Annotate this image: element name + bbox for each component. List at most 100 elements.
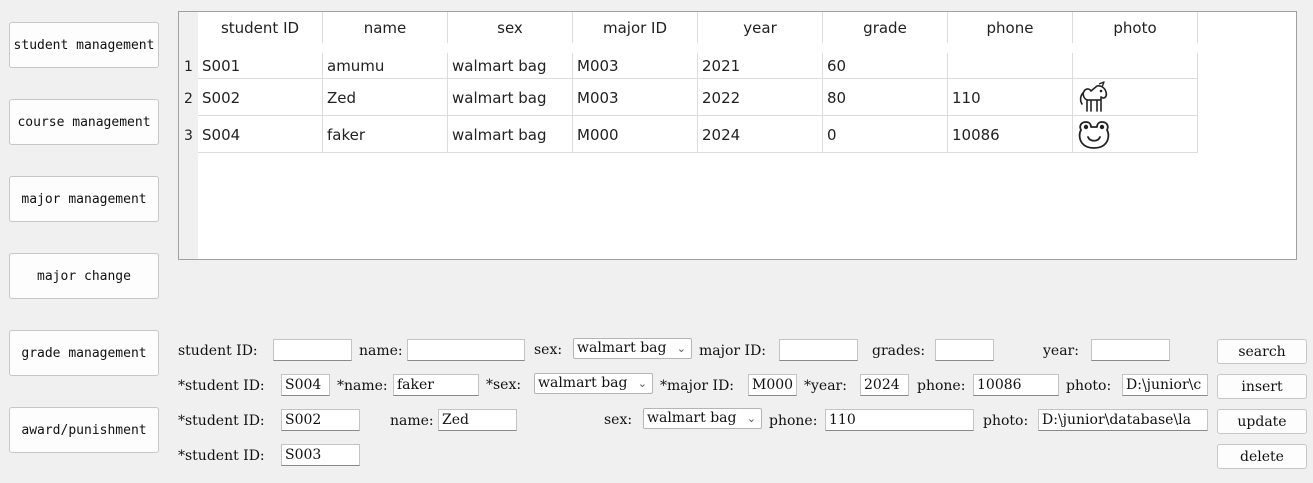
column-header-year[interactable]: year xyxy=(698,12,823,43)
search-sex-value: walmart bag xyxy=(577,340,667,356)
unicorn-icon xyxy=(1079,80,1108,112)
search-sex-label: sex: xyxy=(534,342,563,358)
chevron-down-icon: ⌄ xyxy=(676,342,686,355)
student-management-label: student management xyxy=(13,37,155,53)
search-year-label: year: xyxy=(1043,343,1079,359)
insert-phone-label: phone: xyxy=(917,378,966,394)
cell-year[interactable]: 2024 xyxy=(698,116,823,153)
cell-grade[interactable]: 0 xyxy=(823,116,948,153)
table-header: student ID name sex major ID year grade … xyxy=(198,12,1198,43)
search-button-label: search xyxy=(1238,343,1286,360)
search-button[interactable]: search xyxy=(1217,339,1307,364)
cell-phone[interactable]: 110 xyxy=(948,79,1073,116)
update-button[interactable]: update xyxy=(1217,409,1307,434)
cell-phone[interactable] xyxy=(948,53,1073,79)
cell-name[interactable]: amumu xyxy=(323,53,448,79)
frog-icon xyxy=(1078,120,1110,149)
column-header-phone[interactable]: phone xyxy=(948,12,1073,43)
cell-photo[interactable] xyxy=(1073,53,1198,79)
insert-year-label: *year: xyxy=(804,378,847,394)
cell-phone[interactable]: 10086 xyxy=(948,116,1073,153)
cell-name[interactable]: faker xyxy=(323,116,448,153)
cell-photo[interactable] xyxy=(1073,79,1198,116)
row-number[interactable]: 3 xyxy=(179,116,198,153)
search-grades-input[interactable] xyxy=(935,339,994,361)
insert-photo-label: photo: xyxy=(1066,378,1112,394)
search-major-label: major ID: xyxy=(699,343,767,359)
cell-photo[interactable] xyxy=(1073,116,1198,153)
update-name-input[interactable]: Zed xyxy=(438,409,517,431)
search-sex-select[interactable]: walmart bag ⌄ xyxy=(573,338,692,359)
cell-student-id[interactable]: S004 xyxy=(198,116,323,153)
update-sex-label: sex: xyxy=(604,412,633,428)
course-management-button[interactable]: course management xyxy=(9,99,159,145)
cell-sex[interactable]: walmart bag xyxy=(448,53,573,79)
insert-major-label: *major ID: xyxy=(660,378,735,394)
insert-student-id-input[interactable]: S004 xyxy=(281,374,330,396)
cell-year[interactable]: 2022 xyxy=(698,79,823,116)
column-header-major-id[interactable]: major ID xyxy=(573,12,698,43)
cell-sex[interactable]: walmart bag xyxy=(448,116,573,153)
column-header-student-id[interactable]: student ID xyxy=(198,12,323,43)
insert-photo-input[interactable]: D:\junior\c xyxy=(1122,374,1208,396)
cell-major-id[interactable]: M003 xyxy=(573,79,698,116)
search-student-id-label: student ID: xyxy=(178,343,258,359)
update-phone-input[interactable]: 110 xyxy=(825,409,974,431)
search-grades-label: grades: xyxy=(872,343,926,359)
insert-button-label: insert xyxy=(1241,378,1283,395)
cell-student-id[interactable]: S002 xyxy=(198,79,323,116)
search-year-input[interactable] xyxy=(1091,339,1170,361)
delete-button[interactable]: delete xyxy=(1217,444,1307,469)
table-row[interactable]: 1 S001 amumu walmart bag M003 2021 60 xyxy=(179,53,1198,79)
search-student-id-input[interactable] xyxy=(273,339,352,361)
cell-name[interactable]: Zed xyxy=(323,79,448,116)
award-punishment-label: award/punishment xyxy=(21,422,147,438)
delete-student-id-label: *student ID: xyxy=(178,448,265,464)
cell-grade[interactable]: 80 xyxy=(823,79,948,116)
insert-name-input[interactable]: faker xyxy=(393,374,479,396)
cell-year[interactable]: 2021 xyxy=(698,53,823,79)
student-table[interactable]: student ID name sex major ID year grade … xyxy=(178,11,1297,260)
grade-management-label: grade management xyxy=(21,345,147,361)
update-student-id-input[interactable]: S002 xyxy=(281,409,360,431)
column-header-sex[interactable]: sex xyxy=(448,12,573,43)
insert-button[interactable]: insert xyxy=(1217,374,1307,399)
insert-major-input[interactable]: M000 xyxy=(748,374,797,396)
student-management-button[interactable]: student management xyxy=(9,22,159,68)
update-phone-label: phone: xyxy=(769,413,818,429)
insert-year-input[interactable]: 2024 xyxy=(860,374,909,396)
search-name-input[interactable] xyxy=(407,339,525,361)
chevron-down-icon: ⌄ xyxy=(637,377,647,390)
grade-management-button[interactable]: grade management xyxy=(9,330,159,376)
award-punishment-button[interactable]: award/punishment xyxy=(9,407,159,453)
major-management-button[interactable]: major management xyxy=(9,176,159,222)
insert-sex-value: walmart bag xyxy=(538,375,628,391)
insert-phone-input[interactable]: 10086 xyxy=(973,374,1059,396)
search-major-input[interactable] xyxy=(779,339,858,361)
table-row[interactable]: 2 S002 Zed walmart bag M003 2022 80 110 xyxy=(179,79,1198,116)
update-sex-select[interactable]: walmart bag ⌄ xyxy=(643,408,762,429)
cell-sex[interactable]: walmart bag xyxy=(448,79,573,116)
cell-major-id[interactable]: M003 xyxy=(573,53,698,79)
row-number[interactable]: 2 xyxy=(179,79,198,116)
column-header-photo[interactable]: photo xyxy=(1073,12,1198,43)
major-change-button[interactable]: major change xyxy=(9,253,159,299)
column-header-name[interactable]: name xyxy=(323,12,448,43)
update-photo-label: photo: xyxy=(983,413,1029,429)
insert-sex-select[interactable]: walmart bag ⌄ xyxy=(534,373,653,394)
course-management-label: course management xyxy=(17,114,151,130)
chevron-down-icon: ⌄ xyxy=(746,412,756,425)
delete-student-id-input[interactable]: S003 xyxy=(281,444,360,466)
column-header-grade[interactable]: grade xyxy=(823,12,948,43)
update-button-label: update xyxy=(1237,413,1287,430)
row-number[interactable]: 1 xyxy=(179,53,198,79)
delete-button-label: delete xyxy=(1240,448,1284,465)
cell-grade[interactable]: 60 xyxy=(823,53,948,79)
table-row[interactable]: 3 S004 faker walmart bag M000 2024 0 100… xyxy=(179,116,1198,153)
major-change-label: major change xyxy=(37,268,131,284)
insert-sex-label: *sex: xyxy=(486,377,522,393)
cell-student-id[interactable]: S001 xyxy=(198,53,323,79)
cell-major-id[interactable]: M000 xyxy=(573,116,698,153)
major-management-label: major management xyxy=(21,191,147,207)
update-photo-input[interactable]: D:\junior\database\la xyxy=(1038,409,1208,431)
